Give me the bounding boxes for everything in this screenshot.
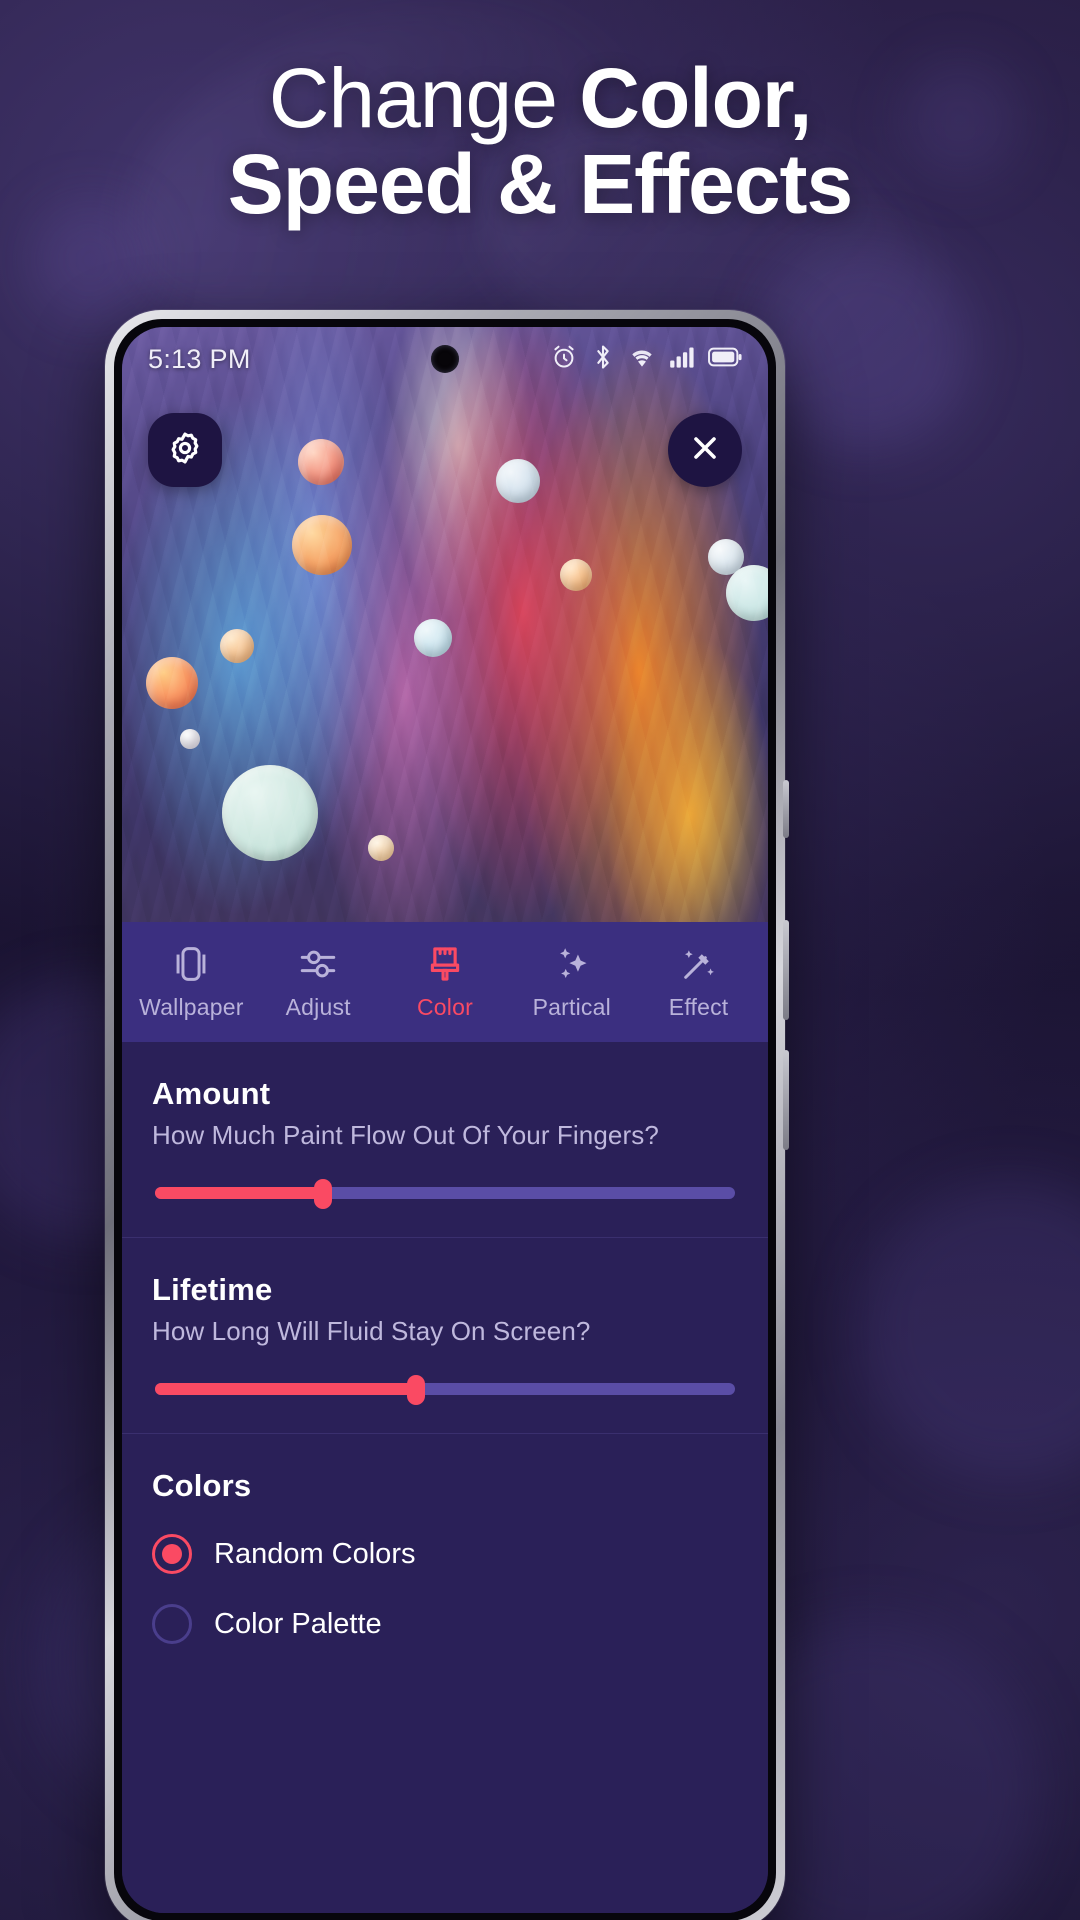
paint-brush-icon xyxy=(424,943,466,985)
phone-volume-down-button xyxy=(783,1050,789,1150)
camera-punch-hole xyxy=(431,345,459,373)
tab-wallpaper[interactable]: Wallpaper xyxy=(128,943,255,1021)
gear-icon xyxy=(166,429,204,472)
fluid-bubble xyxy=(298,439,344,485)
tab-adjust[interactable]: Adjust xyxy=(255,943,382,1021)
headline-line-1: Change Color, xyxy=(0,55,1080,142)
close-button[interactable] xyxy=(668,413,742,487)
fluid-bubble xyxy=(708,539,744,575)
section-title: Lifetime xyxy=(152,1272,273,1307)
section-subtitle: How Long Will Fluid Stay On Screen? xyxy=(152,1316,591,1346)
fluid-bubble xyxy=(146,657,198,709)
section-lifetime: Lifetime How Long Will Fluid Stay On Scr… xyxy=(122,1238,768,1434)
promo-headline: Change Color, Speed & Effects xyxy=(0,55,1080,231)
fluid-bubble xyxy=(414,619,452,657)
slider-fill xyxy=(155,1187,324,1199)
bluetooth-icon xyxy=(591,343,615,376)
phone-volume-up-button xyxy=(783,920,789,1020)
status-clock: 5:13 PM xyxy=(148,343,251,374)
close-icon xyxy=(687,430,723,471)
lifetime-slider[interactable] xyxy=(155,1375,735,1405)
slider-thumb[interactable] xyxy=(407,1375,425,1405)
tab-color[interactable]: Color xyxy=(382,943,509,1021)
settings-button[interactable] xyxy=(148,413,222,487)
sparkles-icon xyxy=(551,943,593,985)
section-title: Amount xyxy=(152,1076,271,1111)
fluid-bubble xyxy=(292,515,352,575)
bottom-tab-bar: Wallpaper Adjust Color Partical Effect xyxy=(122,922,768,1042)
wallpaper-preview[interactable]: 5:13 PM xyxy=(122,327,768,922)
battery-icon xyxy=(708,346,742,373)
tab-label-effect: Effect xyxy=(668,994,729,1020)
section-colors: Colors Random Colors Color Palette xyxy=(122,1434,768,1674)
section-title: Colors xyxy=(152,1468,252,1503)
slider-thumb[interactable] xyxy=(314,1179,333,1209)
tab-effect[interactable]: Effect xyxy=(635,943,762,1021)
radio-button[interactable] xyxy=(152,1534,192,1574)
settings-panel: Amount How Much Paint Flow Out Of Your F… xyxy=(122,1042,768,1913)
headline-line-2: Speed & Effects xyxy=(227,136,854,231)
sliders-icon xyxy=(297,943,339,985)
radio-option-random-colors[interactable]: Random Colors xyxy=(152,1534,738,1574)
headline-color-word: Color, xyxy=(579,51,812,145)
amount-slider[interactable] xyxy=(155,1179,735,1209)
fluid-bubble xyxy=(368,835,394,861)
section-subtitle: How Much Paint Flow Out Of Your Fingers? xyxy=(152,1120,659,1150)
fluid-bubble xyxy=(560,559,592,591)
phone-mockup: 5:13 PM Wallpaper Adjust Color Partical … xyxy=(105,310,789,1920)
background-blob xyxy=(760,240,970,450)
tab-label-partical: Partical xyxy=(532,994,611,1020)
tab-partical[interactable]: Partical xyxy=(508,943,635,1021)
fluid-bubble xyxy=(220,629,254,663)
fluid-bubble xyxy=(180,729,200,749)
phone-frame: 5:13 PM Wallpaper Adjust Color Partical … xyxy=(105,310,789,1920)
fluid-bubble xyxy=(496,459,540,503)
phone-power-button xyxy=(783,780,789,838)
phone-screen: 5:13 PM Wallpaper Adjust Color Partical … xyxy=(122,327,768,1913)
wifi-icon xyxy=(628,345,656,374)
tab-label-adjust: Adjust xyxy=(285,994,351,1020)
slider-fill xyxy=(155,1383,416,1395)
phone-bezel: 5:13 PM Wallpaper Adjust Color Partical … xyxy=(114,319,776,1920)
fluid-bubble xyxy=(222,765,318,861)
section-amount: Amount How Much Paint Flow Out Of Your F… xyxy=(122,1042,768,1238)
tab-label-wallpaper: Wallpaper xyxy=(139,994,244,1020)
signal-icon xyxy=(669,345,695,374)
alarm-icon xyxy=(550,343,578,376)
radio-option-color-palette[interactable]: Color Palette xyxy=(152,1604,738,1644)
radio-label: Random Colors xyxy=(214,1537,416,1570)
headline-change-word: Change xyxy=(268,51,580,145)
tab-label-color: Color xyxy=(417,994,473,1020)
background-blob xyxy=(860,1180,1080,1480)
fluid-bubble xyxy=(726,565,768,621)
magic-wand-icon xyxy=(678,943,720,985)
status-icon-group xyxy=(550,343,742,376)
wallpaper-icon xyxy=(170,943,212,985)
radio-label: Color Palette xyxy=(214,1607,382,1640)
radio-button[interactable] xyxy=(152,1604,192,1644)
